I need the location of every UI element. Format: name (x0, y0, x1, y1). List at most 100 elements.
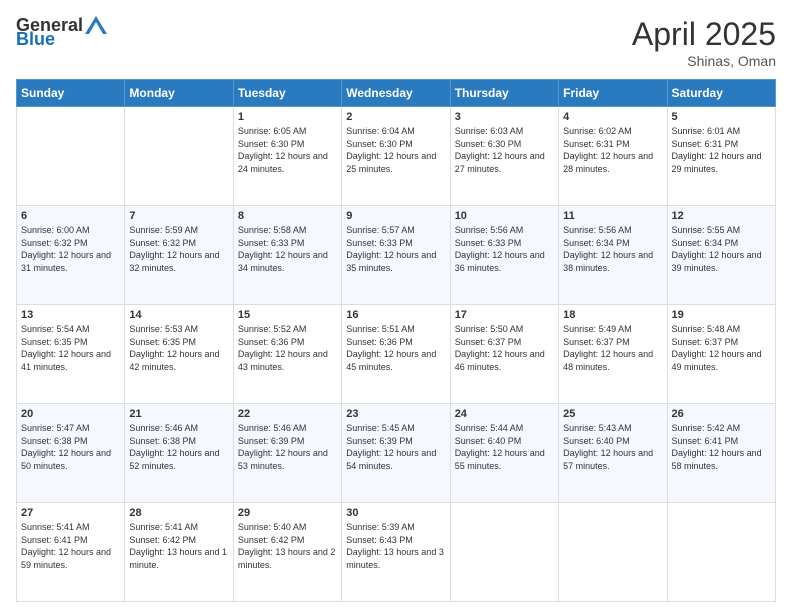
month-title: April 2025 (632, 16, 776, 53)
sunrise-text: Sunrise: 5:45 AM (346, 423, 415, 433)
day-info: Sunrise: 5:55 AM Sunset: 6:34 PM Dayligh… (672, 224, 771, 274)
sunrise-text: Sunrise: 5:47 AM (21, 423, 90, 433)
daylight-text: Daylight: 13 hours and 3 minutes. (346, 547, 444, 570)
sunrise-text: Sunrise: 5:46 AM (129, 423, 198, 433)
table-row: 22 Sunrise: 5:46 AM Sunset: 6:39 PM Dayl… (233, 404, 341, 503)
day-number: 28 (129, 507, 228, 519)
day-info: Sunrise: 5:47 AM Sunset: 6:38 PM Dayligh… (21, 422, 120, 472)
day-info: Sunrise: 5:51 AM Sunset: 6:36 PM Dayligh… (346, 323, 445, 373)
day-number: 29 (238, 507, 337, 519)
table-row: 19 Sunrise: 5:48 AM Sunset: 6:37 PM Dayl… (667, 305, 775, 404)
table-row: 10 Sunrise: 5:56 AM Sunset: 6:33 PM Dayl… (450, 206, 558, 305)
table-row: 29 Sunrise: 5:40 AM Sunset: 6:42 PM Dayl… (233, 503, 341, 602)
sunrise-text: Sunrise: 5:55 AM (672, 225, 741, 235)
day-info: Sunrise: 5:56 AM Sunset: 6:33 PM Dayligh… (455, 224, 554, 274)
table-row: 17 Sunrise: 5:50 AM Sunset: 6:37 PM Dayl… (450, 305, 558, 404)
daylight-text: Daylight: 12 hours and 52 minutes. (129, 448, 219, 471)
day-info: Sunrise: 5:40 AM Sunset: 6:42 PM Dayligh… (238, 521, 337, 571)
sunset-text: Sunset: 6:41 PM (672, 436, 739, 446)
sunrise-text: Sunrise: 5:41 AM (129, 522, 198, 532)
table-row: 5 Sunrise: 6:01 AM Sunset: 6:31 PM Dayli… (667, 107, 775, 206)
sunset-text: Sunset: 6:38 PM (129, 436, 196, 446)
day-number: 21 (129, 408, 228, 420)
day-number: 23 (346, 408, 445, 420)
day-number: 9 (346, 210, 445, 222)
table-row (559, 503, 667, 602)
sunrise-text: Sunrise: 6:04 AM (346, 126, 415, 136)
daylight-text: Daylight: 12 hours and 48 minutes. (563, 349, 653, 372)
sunrise-text: Sunrise: 5:42 AM (672, 423, 741, 433)
sunset-text: Sunset: 6:37 PM (672, 337, 739, 347)
daylight-text: Daylight: 12 hours and 39 minutes. (672, 250, 762, 273)
daylight-text: Daylight: 12 hours and 46 minutes. (455, 349, 545, 372)
sunrise-text: Sunrise: 5:43 AM (563, 423, 632, 433)
col-monday: Monday (125, 80, 233, 107)
calendar-table: Sunday Monday Tuesday Wednesday Thursday… (16, 79, 776, 602)
daylight-text: Daylight: 12 hours and 45 minutes. (346, 349, 436, 372)
day-info: Sunrise: 5:39 AM Sunset: 6:43 PM Dayligh… (346, 521, 445, 571)
sunrise-text: Sunrise: 5:56 AM (563, 225, 632, 235)
sunset-text: Sunset: 6:30 PM (346, 139, 413, 149)
day-info: Sunrise: 5:46 AM Sunset: 6:39 PM Dayligh… (238, 422, 337, 472)
location: Shinas, Oman (632, 53, 776, 69)
day-info: Sunrise: 5:52 AM Sunset: 6:36 PM Dayligh… (238, 323, 337, 373)
day-info: Sunrise: 5:45 AM Sunset: 6:39 PM Dayligh… (346, 422, 445, 472)
col-thursday: Thursday (450, 80, 558, 107)
table-row: 15 Sunrise: 5:52 AM Sunset: 6:36 PM Dayl… (233, 305, 341, 404)
sunrise-text: Sunrise: 5:41 AM (21, 522, 90, 532)
sunset-text: Sunset: 6:33 PM (238, 238, 305, 248)
daylight-text: Daylight: 13 hours and 2 minutes. (238, 547, 336, 570)
day-number: 26 (672, 408, 771, 420)
table-row: 4 Sunrise: 6:02 AM Sunset: 6:31 PM Dayli… (559, 107, 667, 206)
daylight-text: Daylight: 12 hours and 31 minutes. (21, 250, 111, 273)
sunset-text: Sunset: 6:33 PM (455, 238, 522, 248)
day-info: Sunrise: 5:57 AM Sunset: 6:33 PM Dayligh… (346, 224, 445, 274)
calendar-week-2: 6 Sunrise: 6:00 AM Sunset: 6:32 PM Dayli… (17, 206, 776, 305)
day-number: 22 (238, 408, 337, 420)
sunset-text: Sunset: 6:37 PM (455, 337, 522, 347)
sunset-text: Sunset: 6:31 PM (563, 139, 630, 149)
day-number: 16 (346, 309, 445, 321)
daylight-text: Daylight: 12 hours and 58 minutes. (672, 448, 762, 471)
sunset-text: Sunset: 6:42 PM (238, 535, 305, 545)
logo-icon (85, 16, 107, 34)
daylight-text: Daylight: 12 hours and 41 minutes. (21, 349, 111, 372)
day-number: 10 (455, 210, 554, 222)
sunset-text: Sunset: 6:43 PM (346, 535, 413, 545)
sunset-text: Sunset: 6:42 PM (129, 535, 196, 545)
sunrise-text: Sunrise: 5:44 AM (455, 423, 524, 433)
day-number: 15 (238, 309, 337, 321)
daylight-text: Daylight: 12 hours and 42 minutes. (129, 349, 219, 372)
sunset-text: Sunset: 6:34 PM (563, 238, 630, 248)
daylight-text: Daylight: 12 hours and 53 minutes. (238, 448, 328, 471)
sunset-text: Sunset: 6:35 PM (21, 337, 88, 347)
daylight-text: Daylight: 12 hours and 29 minutes. (672, 151, 762, 174)
daylight-text: Daylight: 12 hours and 35 minutes. (346, 250, 436, 273)
sunrise-text: Sunrise: 5:58 AM (238, 225, 307, 235)
sunrise-text: Sunrise: 5:49 AM (563, 324, 632, 334)
day-number: 7 (129, 210, 228, 222)
col-sunday: Sunday (17, 80, 125, 107)
sunset-text: Sunset: 6:32 PM (129, 238, 196, 248)
table-row: 11 Sunrise: 5:56 AM Sunset: 6:34 PM Dayl… (559, 206, 667, 305)
sunrise-text: Sunrise: 6:05 AM (238, 126, 307, 136)
table-row: 24 Sunrise: 5:44 AM Sunset: 6:40 PM Dayl… (450, 404, 558, 503)
sunset-text: Sunset: 6:37 PM (563, 337, 630, 347)
daylight-text: Daylight: 12 hours and 57 minutes. (563, 448, 653, 471)
daylight-text: Daylight: 12 hours and 54 minutes. (346, 448, 436, 471)
day-info: Sunrise: 5:46 AM Sunset: 6:38 PM Dayligh… (129, 422, 228, 472)
daylight-text: Daylight: 12 hours and 27 minutes. (455, 151, 545, 174)
day-info: Sunrise: 6:04 AM Sunset: 6:30 PM Dayligh… (346, 125, 445, 175)
calendar-week-5: 27 Sunrise: 5:41 AM Sunset: 6:41 PM Dayl… (17, 503, 776, 602)
table-row: 13 Sunrise: 5:54 AM Sunset: 6:35 PM Dayl… (17, 305, 125, 404)
sunset-text: Sunset: 6:35 PM (129, 337, 196, 347)
sunrise-text: Sunrise: 6:01 AM (672, 126, 741, 136)
day-number: 24 (455, 408, 554, 420)
day-info: Sunrise: 5:50 AM Sunset: 6:37 PM Dayligh… (455, 323, 554, 373)
day-number: 13 (21, 309, 120, 321)
sunrise-text: Sunrise: 6:03 AM (455, 126, 524, 136)
sunset-text: Sunset: 6:40 PM (455, 436, 522, 446)
sunset-text: Sunset: 6:36 PM (346, 337, 413, 347)
page: General Blue April 2025 Shinas, Oman Sun… (0, 0, 792, 612)
table-row: 9 Sunrise: 5:57 AM Sunset: 6:33 PM Dayli… (342, 206, 450, 305)
